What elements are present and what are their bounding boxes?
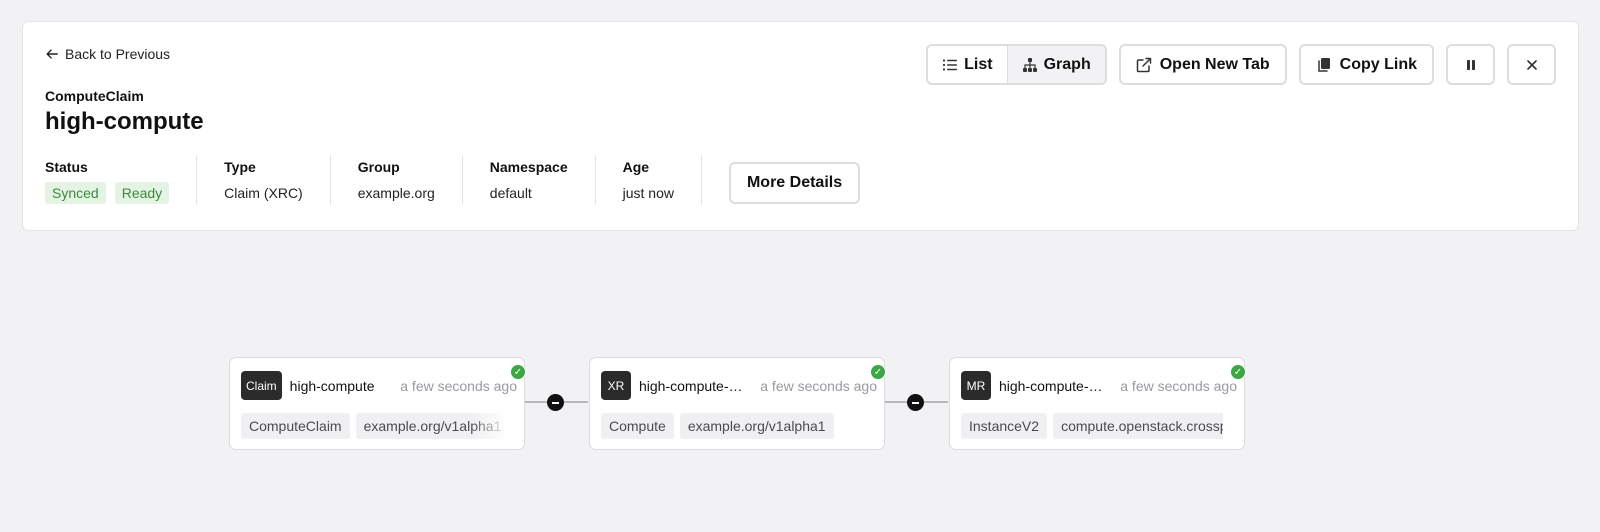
open-new-tab-label: Open New Tab	[1159, 55, 1270, 73]
node-kind-tag: ComputeClaim	[241, 413, 350, 439]
status-badge-synced: Synced	[45, 182, 106, 204]
node-name: high-compute-	[999, 377, 1089, 394]
meta-type: Type Claim (XRC)	[224, 156, 331, 204]
meta-status-label: Status	[45, 159, 88, 175]
resource-kind: ComputeClaim	[45, 88, 144, 104]
list-icon	[943, 58, 958, 71]
external-link-icon	[1136, 57, 1151, 72]
graph-node-mr[interactable]: MR ✓ high-compute-… a few seconds ago In…	[949, 357, 1246, 450]
meta-status: Status Synced Ready	[45, 156, 198, 204]
node-kind-badge: MR	[961, 371, 991, 400]
node-api-version-tag: example.org/v1alpha1	[679, 413, 834, 439]
graph-node-xr[interactable]: XR ✓ high-compute-… a few seconds ago Co…	[589, 357, 886, 450]
node-name: high-compute	[289, 377, 375, 394]
meta-group-value: example.org	[357, 185, 435, 201]
open-new-tab-button[interactable]: Open New Tab	[1118, 44, 1287, 85]
copy-link-label: Copy Link	[1339, 55, 1417, 73]
page-title: high-compute	[45, 108, 204, 135]
node-kind-tag: Compute	[601, 413, 674, 439]
sitemap-icon	[1022, 57, 1037, 72]
pause-icon	[1466, 59, 1475, 70]
collapse-edge-button[interactable]	[907, 394, 924, 411]
metadata-bar: Status Synced Ready Type Claim (XRC) Gro…	[45, 156, 861, 204]
graph-node-claim[interactable]: Claim ✓ high-compute a few seconds ago C…	[229, 357, 526, 450]
node-kind-badge: Claim	[241, 371, 282, 400]
meta-group-label: Group	[357, 159, 400, 175]
meta-namespace: Namespace default	[490, 156, 596, 204]
graph-view-button[interactable]: Graph	[1006, 46, 1105, 83]
arrow-left-icon	[46, 49, 58, 59]
meta-group: Group example.org	[358, 156, 463, 204]
toolbar: List Graph Open New Tab Copy Link	[926, 44, 1556, 85]
meta-age-label: Age	[622, 159, 650, 175]
meta-age-value: just now	[622, 185, 674, 201]
more-details-button[interactable]: More Details	[728, 162, 861, 204]
node-kind-tag: InstanceV2	[961, 413, 1048, 439]
resource-header-panel: Back to Previous ComputeClaim high-compu…	[22, 21, 1579, 231]
pause-button[interactable]	[1446, 44, 1495, 85]
list-view-label: List	[964, 55, 993, 73]
copy-icon	[1317, 57, 1330, 72]
node-age: a few seconds ago	[400, 377, 517, 394]
node-api-version-tag: compute.openstack.crossplane.io	[1053, 413, 1223, 439]
back-button[interactable]: Back to Previous	[45, 46, 170, 62]
copy-link-button[interactable]: Copy Link	[1298, 44, 1434, 85]
node-age: a few seconds ago	[760, 377, 877, 394]
meta-namespace-label: Namespace	[489, 159, 568, 175]
node-kind-badge: XR	[601, 371, 631, 400]
meta-type-label: Type	[224, 159, 256, 175]
list-view-button[interactable]: List	[928, 46, 1006, 83]
node-name: high-compute-	[639, 377, 729, 394]
close-icon	[1526, 59, 1537, 70]
ready-check-icon: ✓	[510, 364, 526, 380]
meta-type-value: Claim (XRC)	[224, 185, 303, 201]
close-button[interactable]	[1507, 44, 1556, 85]
back-label: Back to Previous	[65, 46, 171, 62]
meta-namespace-value: default	[489, 185, 532, 201]
node-api-version-tag: example.org/v1alpha1	[355, 413, 503, 439]
view-toggle: List Graph	[926, 44, 1107, 85]
ready-check-icon: ✓	[1230, 364, 1246, 380]
ready-check-icon: ✓	[870, 364, 886, 380]
collapse-edge-button[interactable]	[547, 394, 564, 411]
node-age: a few seconds ago	[1120, 377, 1237, 394]
status-badge-ready: Ready	[114, 182, 170, 204]
graph-view-label: Graph	[1043, 55, 1091, 73]
meta-age: Age just now	[623, 156, 702, 204]
